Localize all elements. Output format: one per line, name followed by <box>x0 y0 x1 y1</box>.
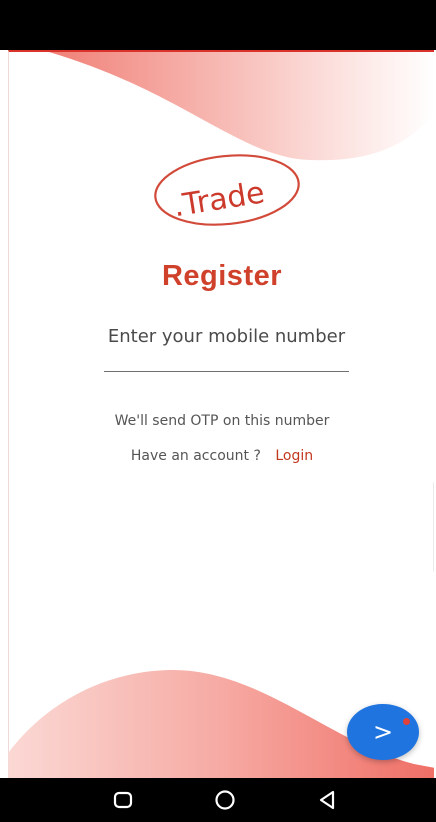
back-icon <box>319 790 335 810</box>
back-button[interactable] <box>297 778 357 822</box>
have-account-text: Have an account ? <box>130 448 261 464</box>
top-wave <box>49 52 434 161</box>
page-title: Register <box>161 260 283 292</box>
recent-apps-button[interactable] <box>93 778 153 822</box>
edge-handle[interactable] <box>433 482 434 572</box>
chevron-right-icon: > <box>372 718 394 746</box>
content-area: .Trade Register We'll send OTP on this n… <box>8 50 434 778</box>
home-icon <box>215 790 235 810</box>
next-button[interactable]: > <box>347 704 419 760</box>
have-account-row: Have an account ? Login <box>9 448 434 464</box>
navigation-bar <box>0 778 436 822</box>
recent-apps-icon <box>113 791 133 809</box>
otp-hint: We'll send OTP on this number <box>114 413 330 429</box>
svg-text:.Trade: .Trade <box>171 175 267 224</box>
mobile-number-input[interactable] <box>104 310 349 372</box>
home-button[interactable] <box>195 778 255 822</box>
trade-logo: .Trade <box>147 148 307 232</box>
status-bar <box>0 0 436 50</box>
register-screen: .Trade Register We'll send OTP on this n… <box>0 0 436 822</box>
notification-dot <box>403 718 410 725</box>
login-link[interactable]: Login <box>275 448 313 464</box>
